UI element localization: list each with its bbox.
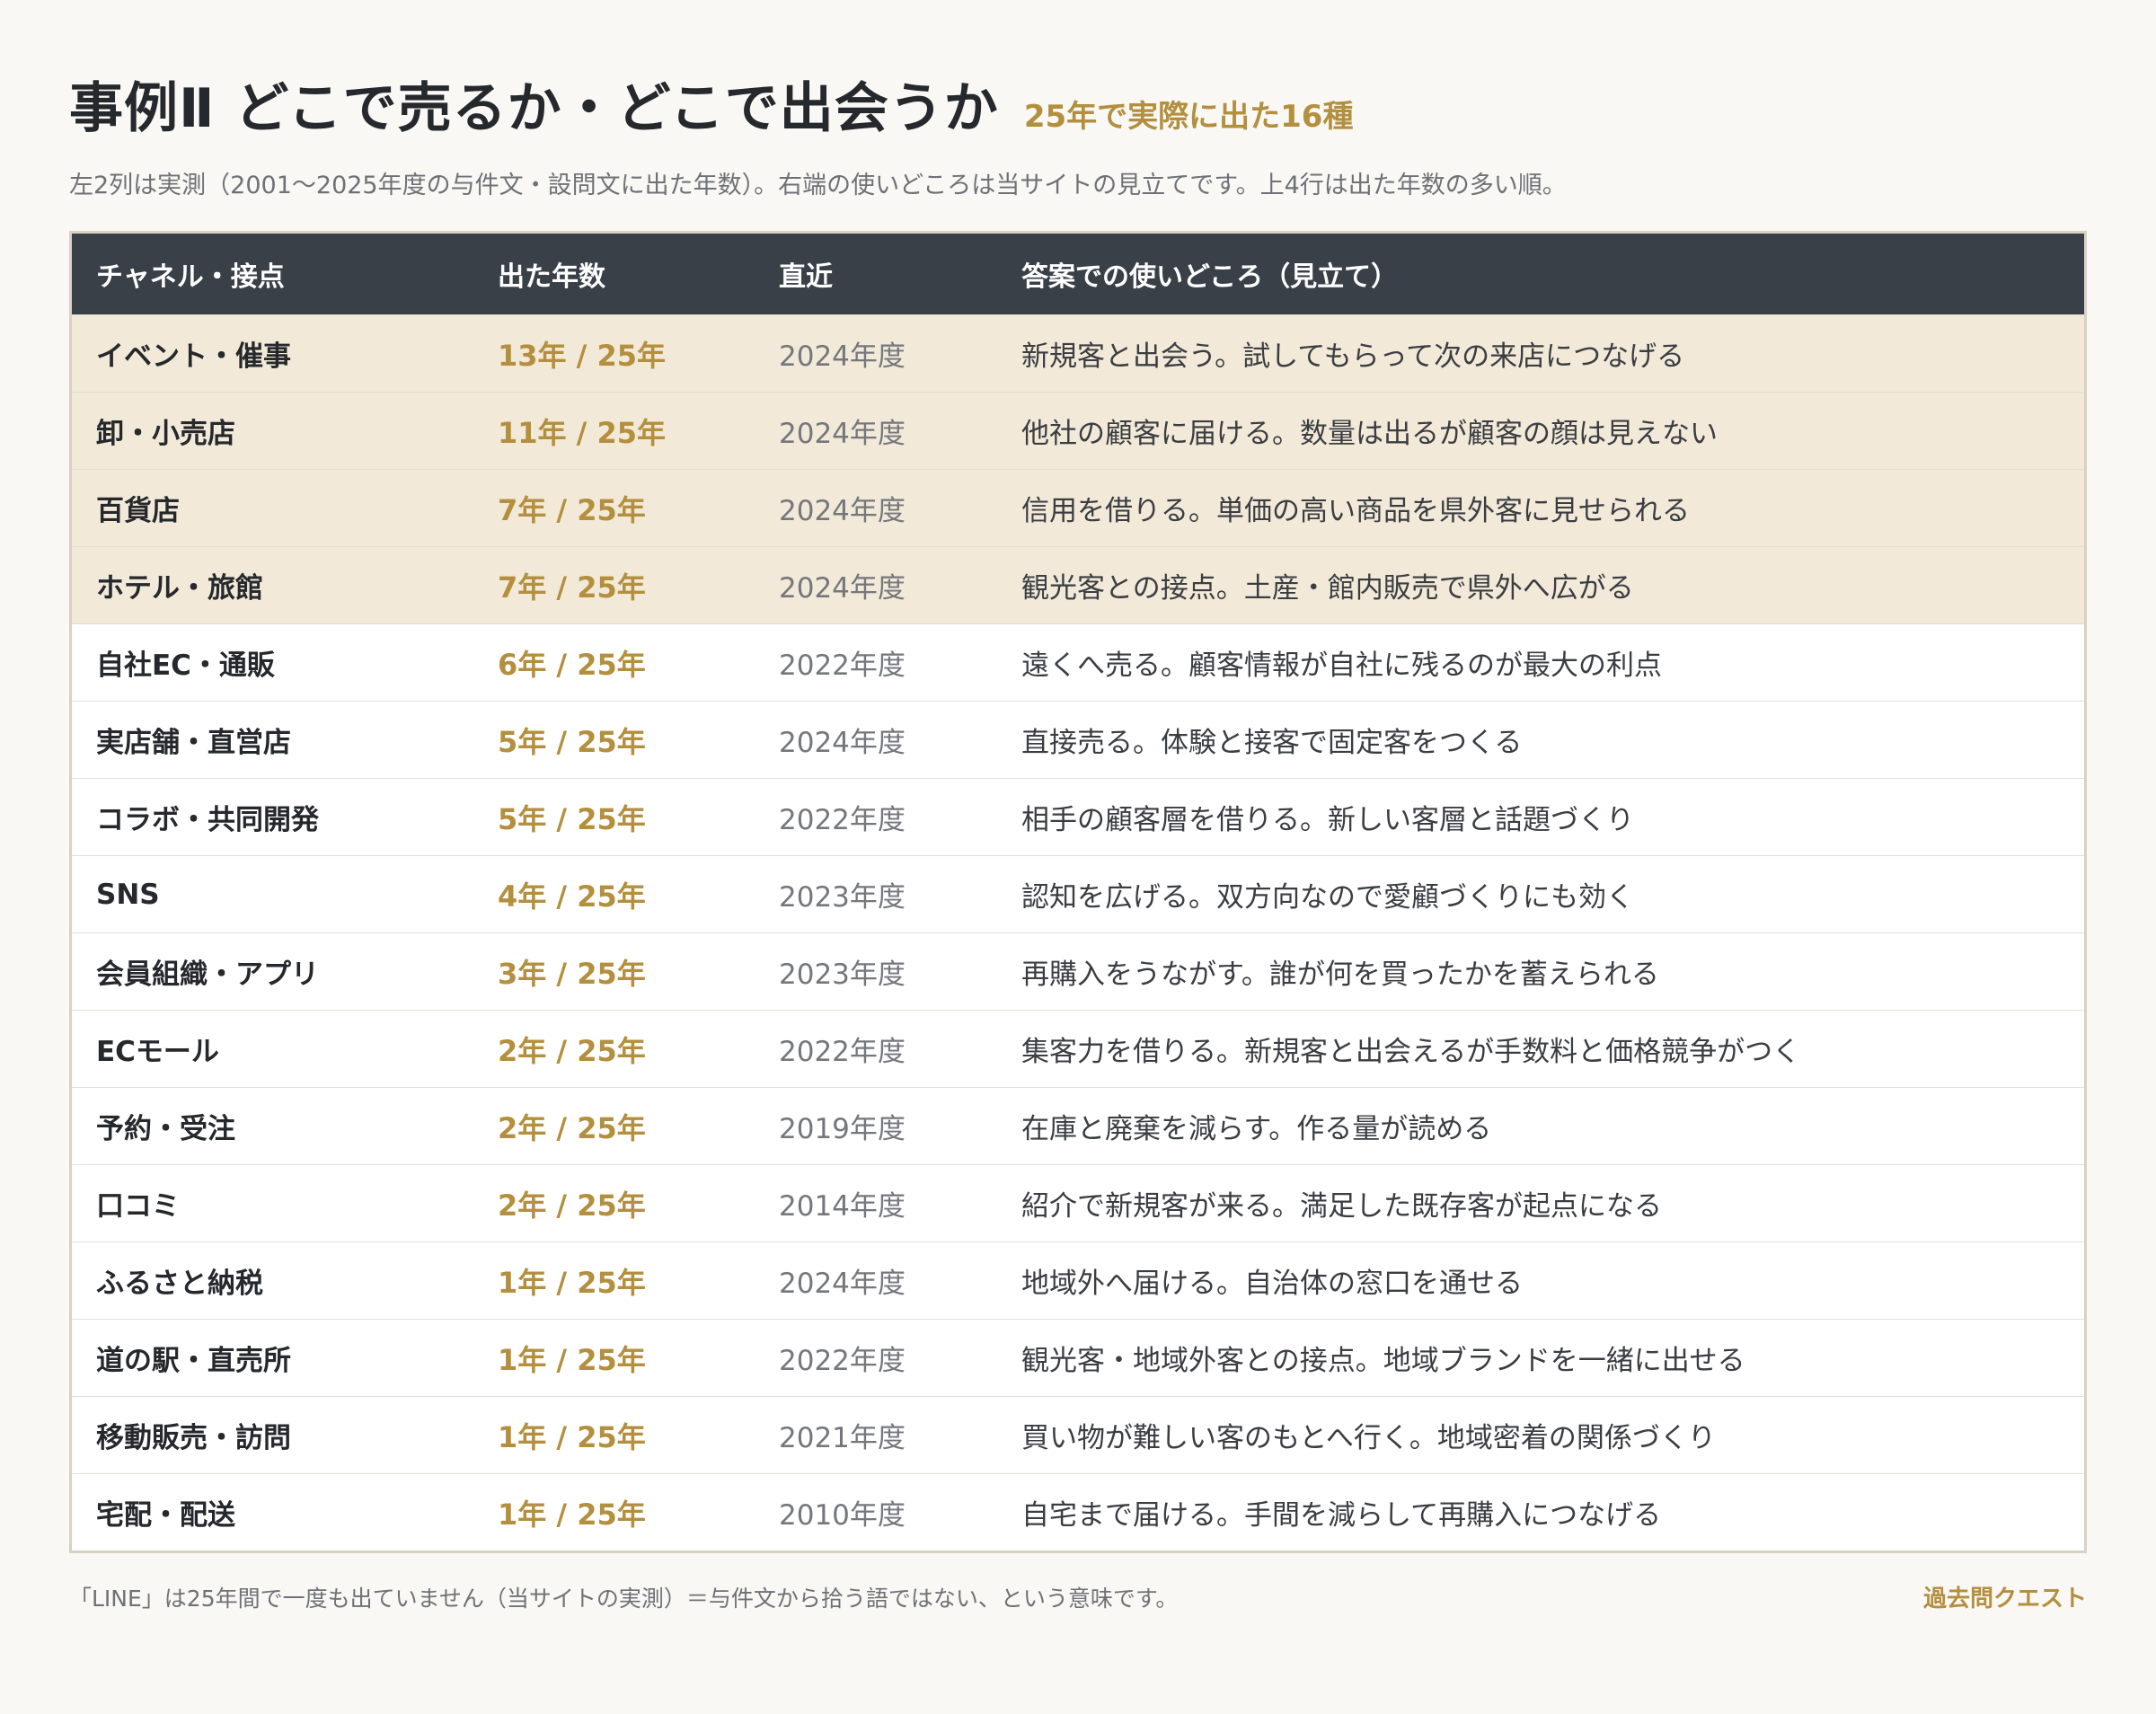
brand-name[interactable]: 過去問クエスト: [1923, 1580, 2087, 1613]
recent-cell: 2021年度: [755, 1396, 997, 1474]
table-row: イベント・催事 13年 / 25年 2024年度 新規客と出会う。試してもらって次の来…: [72, 314, 2084, 393]
recent-cell: 2024年度: [755, 469, 997, 547]
table-row: ふるさと納税 1年 / 25年 2024年度 地域外へ届ける。自治体の窓口を通せる: [72, 1241, 2084, 1320]
column-header-recent: 直近: [755, 234, 997, 315]
usage-cell: 遠くへ売る。顧客情報が自社に残るのが最大の利点: [997, 623, 2084, 702]
table-row: ECモール 2年 / 25年 2022年度 集客力を借りる。新規客と出会えるが手数料と…: [72, 1010, 2084, 1088]
recent-cell: 2024年度: [755, 1241, 997, 1320]
footnote: 「LINE」は25年間で一度も出ていません（当サイトの実測）＝与件文から拾う語で…: [69, 1586, 1179, 1612]
recent-cell: 2022年度: [755, 1010, 997, 1088]
count-cell: 7年 / 25年: [473, 546, 755, 624]
channel-table-container: チャネル・接点 出た年数 直近 答案での使いどころ（見立て） イベント・催事 13…: [69, 231, 2087, 1553]
count-cell: 5年 / 25年: [473, 701, 755, 779]
usage-cell: 観光客との接点。土産・館内販売で県外へ広がる: [997, 546, 2084, 624]
table-row: 会員組織・アプリ 3年 / 25年 2023年度 再購入をうながす。誰が何を買ったかを…: [72, 932, 2084, 1011]
recent-cell: 2024年度: [755, 546, 997, 624]
usage-cell: 観光客・地域外客との接点。地域ブランドを一緒に出せる: [997, 1319, 2084, 1397]
page: 事例Ⅱ どこで売るか・どこで出会うか 25年で実際に出た16種 左2列は実測（2…: [69, 65, 2087, 1613]
usage-cell: 再購入をうながす。誰が何を買ったかを蓄えられる: [997, 932, 2084, 1011]
table-row: 道の駅・直売所 1年 / 25年 2022年度 観光客・地域外客との接点。地域ブランド…: [72, 1319, 2084, 1397]
column-header-count: 出た年数: [473, 234, 755, 315]
page-title: 事例Ⅱ どこで売るか・どこで出会うか: [69, 77, 999, 140]
column-header-usage: 答案での使いどころ（見立て）: [997, 234, 2084, 315]
count-cell: 2年 / 25年: [473, 1087, 755, 1165]
usage-cell: 新規客と出会う。試してもらって次の来店につなげる: [997, 314, 2084, 393]
channel-cell: 予約・受注: [72, 1087, 473, 1165]
channel-cell: イベント・催事: [72, 314, 473, 393]
table-row: 百貨店 7年 / 25年 2024年度 信用を借りる。単価の高い商品を県外客に見せられ…: [72, 469, 2084, 547]
usage-cell: 自宅まで届ける。手間を減らして再購入につなげる: [997, 1473, 2084, 1551]
table-row: 実店舗・直営店 5年 / 25年 2024年度 直接売る。体験と接客で固定客をつくる: [72, 701, 2084, 779]
count-cell: 1年 / 25年: [473, 1241, 755, 1320]
channel-cell: 道の駅・直売所: [72, 1319, 473, 1397]
channel-cell: 卸・小売店: [72, 392, 473, 470]
usage-cell: 直接売る。体験と接客で固定客をつくる: [997, 701, 2084, 779]
table-row: コラボ・共同開発 5年 / 25年 2022年度 相手の顧客層を借りる。新しい客層と話…: [72, 778, 2084, 856]
page-description: 左2列は実測（2001〜2025年度の与件文・設問文に出た年数）。右端の使いどこ…: [69, 172, 1567, 199]
table-body: イベント・催事 13年 / 25年 2024年度 新規客と出会う。試してもらって次の来…: [72, 314, 2084, 1551]
usage-cell: 信用を借りる。単価の高い商品を県外客に見せられる: [997, 469, 2084, 547]
title-row: 事例Ⅱ どこで売るか・どこで出会うか 25年で実際に出た16種: [69, 65, 2087, 146]
column-header-channel: チャネル・接点: [72, 234, 473, 315]
usage-cell: 買い物が難しい客のもとへ行く。地域密着の関係づくり: [997, 1396, 2084, 1474]
count-cell: 1年 / 25年: [473, 1319, 755, 1397]
recent-cell: 2024年度: [755, 392, 997, 470]
channel-cell: 移動販売・訪問: [72, 1396, 473, 1474]
recent-cell: 2022年度: [755, 1319, 997, 1397]
usage-cell: 地域外へ届ける。自治体の窓口を通せる: [997, 1241, 2084, 1320]
channel-cell: 会員組織・アプリ: [72, 932, 473, 1011]
channel-cell: 宅配・配送: [72, 1473, 473, 1551]
count-cell: 13年 / 25年: [473, 314, 755, 393]
channel-cell: コラボ・共同開発: [72, 778, 473, 856]
count-cell: 7年 / 25年: [473, 469, 755, 547]
recent-cell: 2024年度: [755, 314, 997, 393]
channel-table: チャネル・接点 出た年数 直近 答案での使いどころ（見立て） イベント・催事 13…: [72, 234, 2084, 1551]
usage-cell: 相手の顧客層を借りる。新しい客層と話題づくり: [997, 778, 2084, 856]
channel-cell: ECモール: [72, 1010, 473, 1088]
recent-cell: 2019年度: [755, 1087, 997, 1165]
channel-cell: 百貨店: [72, 469, 473, 547]
count-cell: 11年 / 25年: [473, 392, 755, 470]
count-cell: 1年 / 25年: [473, 1396, 755, 1474]
count-cell: 4年 / 25年: [473, 855, 755, 933]
table-row: 口コミ 2年 / 25年 2014年度 紹介で新規客が来る。満足した既存客が起点になる: [72, 1164, 2084, 1242]
channel-cell: 口コミ: [72, 1164, 473, 1242]
count-cell: 6年 / 25年: [473, 623, 755, 702]
table-row: 卸・小売店 11年 / 25年 2024年度 他社の顧客に届ける。数量は出るが顧客の顔…: [72, 392, 2084, 470]
recent-cell: 2010年度: [755, 1473, 997, 1551]
table-row: 宅配・配送 1年 / 25年 2010年度 自宅まで届ける。手間を減らして再購入につな…: [72, 1473, 2084, 1551]
count-cell: 2年 / 25年: [473, 1010, 755, 1088]
recent-cell: 2023年度: [755, 932, 997, 1011]
count-cell: 2年 / 25年: [473, 1164, 755, 1242]
usage-cell: 他社の顧客に届ける。数量は出るが顧客の顔は見えない: [997, 392, 2084, 470]
usage-cell: 紹介で新規客が来る。満足した既存客が起点になる: [997, 1164, 2084, 1242]
recent-cell: 2023年度: [755, 855, 997, 933]
channel-cell: 実店舗・直営店: [72, 701, 473, 779]
footer: 「LINE」は25年間で一度も出ていません（当サイトの実測）＝与件文から拾う語で…: [69, 1580, 2087, 1613]
recent-cell: 2022年度: [755, 623, 997, 702]
table-header-row: チャネル・接点 出た年数 直近 答案での使いどころ（見立て）: [72, 234, 2084, 315]
recent-cell: 2022年度: [755, 778, 997, 856]
usage-cell: 認知を広げる。双方向なので愛顧づくりにも効く: [997, 855, 2084, 933]
table-row: ホテル・旅館 7年 / 25年 2024年度 観光客との接点。土産・館内販売で県外へ広…: [72, 546, 2084, 624]
usage-cell: 在庫と廃棄を減らす。作る量が読める: [997, 1087, 2084, 1165]
table-row: 移動販売・訪問 1年 / 25年 2021年度 買い物が難しい客のもとへ行く。地域密着…: [72, 1396, 2084, 1474]
channel-cell: SNS: [72, 855, 473, 933]
channel-cell: ホテル・旅館: [72, 546, 473, 624]
channel-cell: 自社EC・通販: [72, 623, 473, 702]
recent-cell: 2024年度: [755, 701, 997, 779]
count-cell: 1年 / 25年: [473, 1473, 755, 1551]
recent-cell: 2014年度: [755, 1164, 997, 1242]
channel-cell: ふるさと納税: [72, 1241, 473, 1320]
table-row: SNS 4年 / 25年 2023年度 認知を広げる。双方向なので愛顧づくりにも効く: [72, 855, 2084, 933]
table-row: 予約・受注 2年 / 25年 2019年度 在庫と廃棄を減らす。作る量が読める: [72, 1087, 2084, 1165]
count-cell: 5年 / 25年: [473, 778, 755, 856]
table-row: 自社EC・通販 6年 / 25年 2022年度 遠くへ売る。顧客情報が自社に残るのが最…: [72, 623, 2084, 702]
page-subtitle: 25年で実際に出た16種: [1023, 99, 1354, 135]
usage-cell: 集客力を借りる。新規客と出会えるが手数料と価格競争がつく: [997, 1010, 2084, 1088]
count-cell: 3年 / 25年: [473, 932, 755, 1011]
table-header: チャネル・接点 出た年数 直近 答案での使いどころ（見立て）: [72, 234, 2084, 315]
